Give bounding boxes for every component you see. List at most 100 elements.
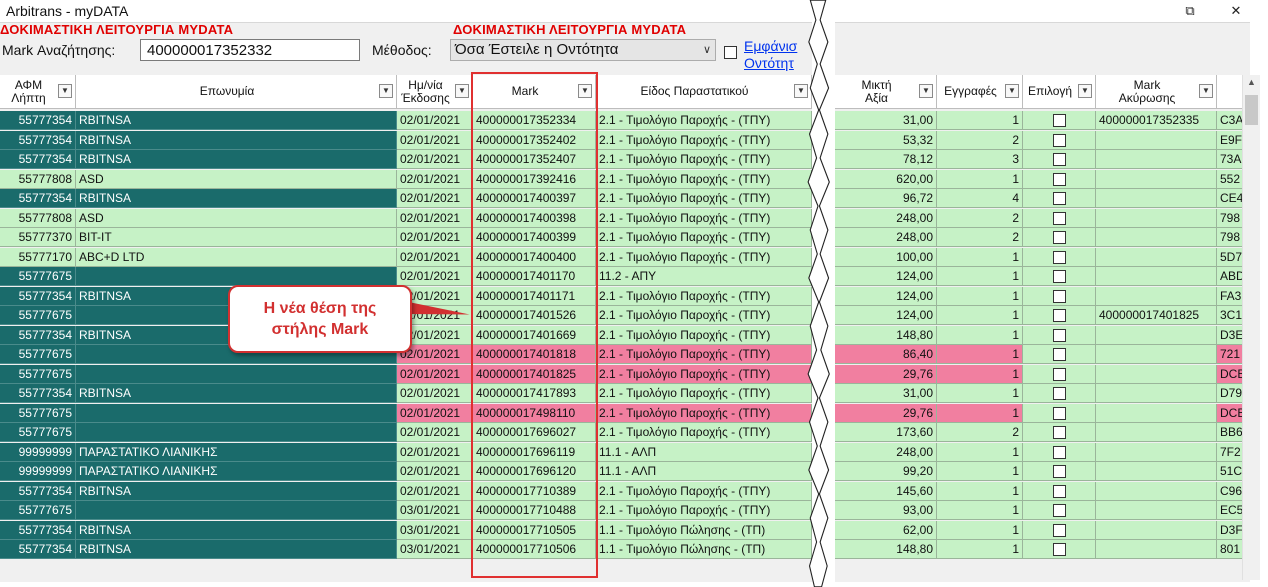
scroll-up-icon[interactable]: ▲ [1243, 77, 1260, 87]
cell-select[interactable] [1023, 111, 1096, 130]
cell-entries[interactable]: 1 [937, 442, 1023, 462]
cell-net[interactable]: 124,00 [835, 286, 937, 306]
cell-date[interactable]: 02/01/2021 [397, 228, 473, 247]
cell-select[interactable] [1023, 228, 1096, 247]
cell-net[interactable]: 31,00 [835, 111, 937, 130]
cell-type[interactable]: 2.1 - Τιμολόγιο Παροχής - (ΤΠΥ) [596, 403, 812, 423]
row-select-checkbox[interactable] [1052, 484, 1066, 498]
cell-net[interactable]: 78,12 [835, 150, 937, 169]
cell-date[interactable]: 02/01/2021 [397, 247, 473, 267]
cell-type[interactable]: 2.1 - Τιμολόγιο Παροχής - (ΤΠΥ) [596, 384, 812, 403]
mark-search-input[interactable]: 400000017352332 [140, 39, 360, 61]
show-entity-checkbox[interactable] [724, 46, 737, 59]
cell-type[interactable]: 2.1 - Τιμολόγιο Παροχής - (ΤΠΥ) [596, 189, 812, 208]
cell-entries[interactable]: 1 [937, 364, 1023, 384]
cell-entries[interactable]: 1 [937, 481, 1023, 501]
row-select-checkbox[interactable] [1052, 153, 1066, 166]
cell-cancel[interactable] [1096, 540, 1217, 559]
filter-dropdown-icon[interactable]: ▼ [1199, 83, 1213, 98]
cell-date[interactable]: 02/01/2021 [397, 150, 473, 169]
cell-net[interactable]: 145,60 [835, 481, 937, 501]
right-column-header-0[interactable]: Μικτή Αξία ▼ [835, 75, 937, 109]
cell-afm[interactable]: 55777675 [0, 364, 76, 384]
cell-cancel[interactable] [1096, 150, 1217, 169]
cell-entries[interactable]: 1 [937, 403, 1023, 423]
cell-type[interactable]: 2.1 - Τιμολόγιο Παροχής - (ΤΠΥ) [596, 150, 812, 169]
row-select-checkbox[interactable] [1052, 133, 1066, 147]
cell-select[interactable] [1023, 189, 1096, 208]
cell-date[interactable]: 02/01/2021 [397, 169, 473, 189]
row-select-checkbox[interactable] [1052, 348, 1066, 361]
row-select-checkbox[interactable] [1052, 114, 1066, 127]
cell-date[interactable]: 02/01/2021 [397, 364, 473, 384]
cell-select[interactable] [1023, 481, 1096, 501]
cell-entries[interactable]: 1 [937, 345, 1023, 364]
cell-select[interactable] [1023, 462, 1096, 481]
cell-net[interactable]: 148,80 [835, 540, 937, 559]
scrollbar-thumb[interactable] [1245, 95, 1258, 125]
cell-type[interactable]: 2.1 - Τιμολόγιο Παροχής - (ΤΠΥ) [596, 286, 812, 306]
cell-date[interactable]: 02/01/2021 [397, 481, 473, 501]
cell-type[interactable]: 2.1 - Τιμολόγιο Παροχής - (ΤΠΥ) [596, 306, 812, 325]
cell-date[interactable]: 02/01/2021 [397, 267, 473, 286]
cell-select[interactable] [1023, 130, 1096, 150]
cell-name[interactable]: RBITNSA [76, 520, 397, 540]
cell-type[interactable]: 11.2 - ΑΠΥ [596, 267, 812, 286]
cell-cancel[interactable] [1096, 520, 1217, 540]
cell-type[interactable]: 2.1 - Τιμολόγιο Παροχής - (ΤΠΥ) [596, 130, 812, 150]
cell-afm[interactable]: 55777354 [0, 540, 76, 559]
cell-date[interactable]: 02/01/2021 [397, 384, 473, 403]
row-select-checkbox[interactable] [1052, 172, 1066, 186]
cell-net[interactable]: 148,80 [835, 325, 937, 345]
cell-date[interactable]: 02/01/2021 [397, 423, 473, 442]
cell-date[interactable]: 02/01/2021 [397, 462, 473, 481]
show-entity-link[interactable]: Εμφάνισ Οντότητ [744, 38, 797, 72]
cell-select[interactable] [1023, 442, 1096, 462]
cell-afm[interactable]: 55777675 [0, 423, 76, 442]
cell-entries[interactable]: 1 [937, 462, 1023, 481]
cell-afm[interactable]: 99999999 [0, 442, 76, 462]
cell-select[interactable] [1023, 423, 1096, 442]
right-column-header-1[interactable]: Εγγραφές ▼ [937, 75, 1023, 109]
cell-cancel[interactable] [1096, 189, 1217, 208]
cell-entries[interactable]: 2 [937, 208, 1023, 228]
cell-cancel[interactable] [1096, 130, 1217, 150]
row-select-checkbox[interactable] [1052, 387, 1066, 400]
cell-net[interactable]: 248,00 [835, 228, 937, 247]
cell-entries[interactable]: 2 [937, 130, 1023, 150]
row-select-checkbox[interactable] [1052, 543, 1066, 556]
cell-name[interactable]: RBITNSA [76, 189, 397, 208]
cell-select[interactable] [1023, 325, 1096, 345]
row-select-checkbox[interactable] [1052, 523, 1066, 537]
cell-name[interactable]: ABC+D LTD [76, 247, 397, 267]
cell-select[interactable] [1023, 384, 1096, 403]
cell-type[interactable]: 1.1 - Τιμολόγιο Πώλησης - (ΤΠ) [596, 540, 812, 559]
cell-name[interactable]: RBITNSA [76, 481, 397, 501]
cell-type[interactable]: 2.1 - Τιμολόγιο Παροχής - (ΤΠΥ) [596, 111, 812, 130]
cell-entries[interactable]: 2 [937, 423, 1023, 442]
cell-net[interactable]: 93,00 [835, 501, 937, 520]
cell-entries[interactable]: 1 [937, 520, 1023, 540]
row-select-checkbox[interactable] [1052, 445, 1066, 459]
cell-select[interactable] [1023, 286, 1096, 306]
cell-name[interactable]: RBITNSA [76, 384, 397, 403]
cell-select[interactable] [1023, 150, 1096, 169]
cell-cancel[interactable] [1096, 169, 1217, 189]
row-select-checkbox[interactable] [1052, 367, 1066, 381]
cell-net[interactable]: 620,00 [835, 169, 937, 189]
cell-select[interactable] [1023, 520, 1096, 540]
cell-afm[interactable]: 99999999 [0, 462, 76, 481]
cell-cancel[interactable]: 400000017352335 [1096, 111, 1217, 130]
cell-net[interactable]: 29,76 [835, 364, 937, 384]
filter-dropdown-icon[interactable]: ▼ [919, 83, 933, 98]
cell-afm[interactable]: 55777354 [0, 325, 76, 345]
cell-entries[interactable]: 2 [937, 228, 1023, 247]
cell-entries[interactable]: 1 [937, 111, 1023, 130]
left-column-header-4[interactable]: Είδος Παραστατικού ▼ [596, 75, 812, 109]
cell-date[interactable]: 02/01/2021 [397, 442, 473, 462]
cell-net[interactable]: 248,00 [835, 208, 937, 228]
row-select-checkbox[interactable] [1052, 211, 1066, 225]
row-select-checkbox[interactable] [1052, 504, 1066, 517]
cell-cancel[interactable] [1096, 286, 1217, 306]
cell-afm[interactable]: 55777675 [0, 403, 76, 423]
